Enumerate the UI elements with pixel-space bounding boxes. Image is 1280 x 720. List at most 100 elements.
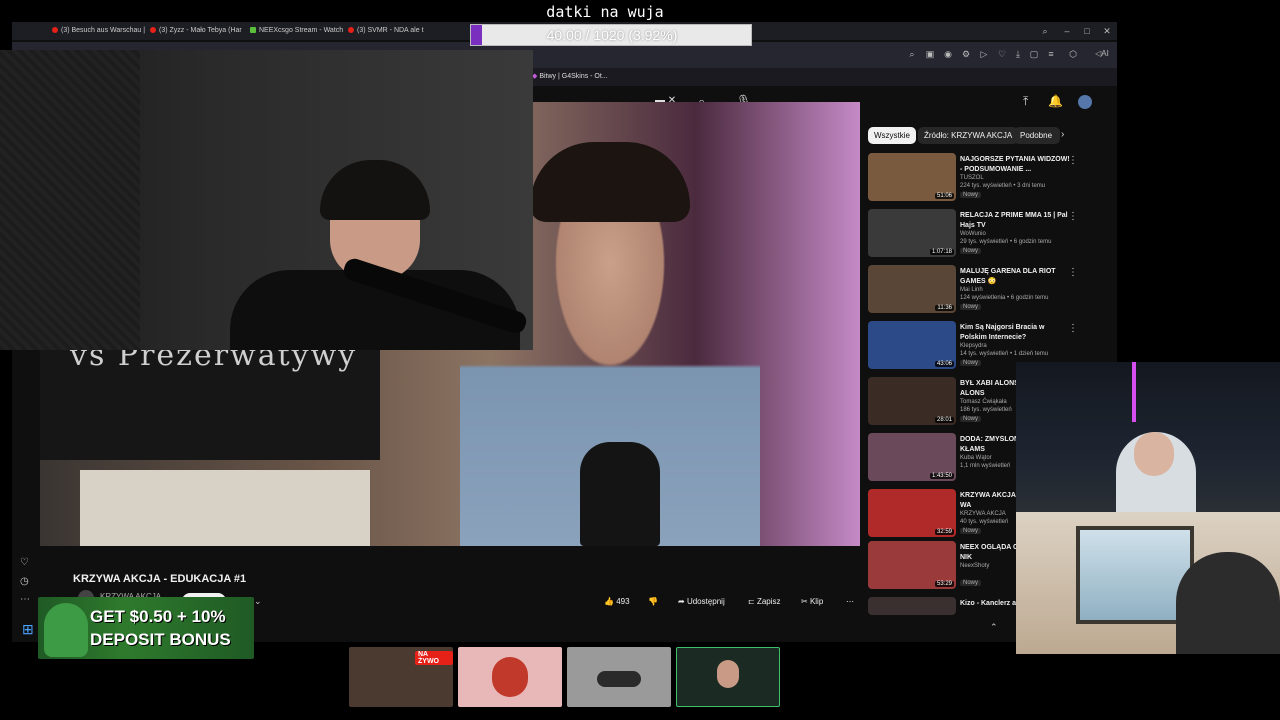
extension-icon[interactable]: ⬡ <box>1068 49 1078 59</box>
kebab-menu-icon[interactable]: ⋮ <box>1068 155 1078 166</box>
tab-2[interactable]: (3) Zyzz - Mało Tebya (Har <box>150 24 246 38</box>
chevron-up-icon[interactable]: ⌃ <box>990 622 998 633</box>
duration: 51:06 <box>934 193 954 199</box>
new-badge: Nowy <box>960 360 982 366</box>
history-icon[interactable]: ◷ <box>20 576 29 587</box>
neon-light <box>1132 362 1136 422</box>
chevron-right-icon[interactable]: › <box>1061 129 1064 140</box>
rec-meta: 29 tys. wyświetleń • 6 godzin temu <box>960 239 1052 245</box>
share-button[interactable]: ➦ Udostępnij <box>678 594 725 610</box>
face-icon <box>717 660 739 688</box>
rec-channel: Tomasz Ćwiąkała <box>960 399 1007 405</box>
youtube-icon <box>150 27 156 34</box>
ai-label: AI <box>1101 49 1109 58</box>
notifications-icon[interactable]: 🔔 <box>1048 94 1063 108</box>
clip-label: Klip <box>809 597 824 606</box>
lock-icon[interactable]: ▢ <box>1029 49 1039 59</box>
streamer-webcam <box>0 50 533 350</box>
chevron-down-icon[interactable]: ⌄ <box>254 596 262 607</box>
new-badge: Nowy <box>960 192 982 198</box>
stream-preview-4[interactable] <box>676 647 780 707</box>
settings-icon[interactable]: ⚙ <box>961 49 971 59</box>
rec-channel: Kuba Wątor <box>960 455 992 461</box>
heart-icon[interactable]: ♡ <box>997 49 1007 59</box>
minimize-icon[interactable]: – <box>1062 26 1072 36</box>
menu-icon[interactable]: ≡ <box>1046 49 1056 59</box>
stream-preview-2[interactable] <box>458 647 562 707</box>
chip-similar[interactable]: Podobne <box>1014 127 1060 144</box>
duration: 28:01 <box>934 417 954 423</box>
heart-icon[interactable]: ♡ <box>20 557 29 568</box>
download-icon[interactable]: ⤓ <box>1013 49 1023 59</box>
promo-line-1: GET $0.50 + 10% <box>90 607 226 626</box>
chip-source[interactable]: Źródło: KRZYWA AKCJA <box>918 127 1019 144</box>
rec-meta: 124 wyświetlenia • 6 godzin temu <box>960 295 1049 301</box>
rec-meta: 186 tys. wyświetleń <box>960 407 1012 413</box>
neex-logo-icon <box>492 657 528 697</box>
rec-title: MALUJĘ GARENA DLA RIOT GAMES 😳 <box>960 268 1056 285</box>
stream-preview-1[interactable]: NA ŻYWO <box>349 647 453 707</box>
guest-webcam-2 <box>1016 512 1280 654</box>
maximize-icon[interactable]: □ <box>1082 26 1092 36</box>
list-item[interactable]: 1:07:18 RELACJA Z PRIME MMA 15 | Pal Haj… <box>868 209 1113 261</box>
new-badge: Nowy <box>960 304 982 310</box>
screenshot-icon[interactable]: ▣ <box>925 49 935 59</box>
video-thumbnail: 53:29 <box>868 541 956 589</box>
clip-button[interactable]: ✂ Klip <box>801 594 823 610</box>
rec-channel: KRZYWA AKCJA <box>960 511 1006 517</box>
guest-head <box>1134 432 1174 476</box>
upload-icon[interactable]: ⤒ <box>1023 94 1028 109</box>
kebab-menu-icon[interactable]: ⋮ <box>1068 267 1078 278</box>
kebab-menu-icon[interactable]: ⋮ <box>1068 323 1078 334</box>
close-icon[interactable]: ✕ <box>1102 26 1112 36</box>
camera-icon[interactable]: ◉ <box>943 49 953 59</box>
list-item[interactable]: 51:06 NAJGORSZE PYTANIA WIDZÓW! - PODSUM… <box>868 153 1113 205</box>
stream-preview-3[interactable] <box>567 647 671 707</box>
tab-3[interactable]: NEEXcsgo Stream - Watch <box>250 24 344 38</box>
duration: 32:59 <box>934 529 954 535</box>
rec-title: NAJGORSZE PYTANIA WIDZÓW! - PODSUMOWANIE… <box>960 156 1070 173</box>
share-label: Udostępnij <box>686 597 725 606</box>
rec-title: Kim Są Najgorsi Bracia w Polskim Interne… <box>960 324 1045 341</box>
video-thumbnail: 1:07:18 <box>868 209 956 257</box>
dislike-button[interactable]: 👎 <box>648 594 658 610</box>
tab-label: (3) SVMR - NDA ale t <box>357 27 424 34</box>
rec-channel: NeexShoty <box>960 563 990 569</box>
save-button[interactable]: ⊏ Zapisz <box>748 594 781 610</box>
more-actions-button[interactable]: ⋯ <box>846 594 854 610</box>
duration: 53:29 <box>934 581 954 587</box>
ai-button[interactable]: ◁AI <box>1092 49 1112 59</box>
avatar[interactable] <box>1078 95 1092 109</box>
thumbs-up-icon: 👍 <box>604 597 617 606</box>
duration: 11:36 <box>935 305 954 311</box>
bookmark-item[interactable]: ◆ Bitwy | G4Skins - Ot... <box>532 70 608 84</box>
duration: 1:07:18 <box>929 249 954 255</box>
new-badge: Nowy <box>960 416 982 422</box>
save-label: Zapisz <box>756 597 781 606</box>
search-icon[interactable]: ⌕ <box>907 49 917 59</box>
kebab-menu-icon[interactable]: ⋮ <box>1068 211 1078 222</box>
live-badge: NA ŻYWO <box>415 651 453 665</box>
youtube-icon <box>52 27 58 34</box>
play-icon[interactable]: ▷ <box>979 49 989 59</box>
windows-start-icon[interactable]: ⊞ <box>22 621 34 638</box>
donation-progress-bar: 40.00 / 1020 (3.92%) <box>470 24 752 46</box>
more-icon[interactable]: ⋯ <box>20 594 30 605</box>
list-item[interactable]: 11:36 MALUJĘ GARENA DLA RIOT GAMES 😳 Mai… <box>868 265 1113 317</box>
video-thumbnail <box>868 597 956 615</box>
chip-all[interactable]: Wszystkie <box>868 127 916 144</box>
new-badge: Nowy <box>960 528 982 534</box>
tab-1[interactable]: (3) Besuch aus Warschau | <box>52 24 146 38</box>
rec-channel: Mai Linh <box>960 287 983 293</box>
promo-banner[interactable]: GET $0.50 + 10% DEPOSIT BONUS <box>38 597 254 659</box>
guest-webcam-1 <box>1016 362 1280 512</box>
tab-label: (3) Besuch aus Warschau | <box>61 27 146 34</box>
more-icon: ⋯ <box>846 597 854 606</box>
tab-4[interactable]: (3) SVMR - NDA ale t <box>348 24 438 38</box>
tab-label: NEEXcsgo Stream - Watch <box>259 27 344 34</box>
search-icon[interactable]: ⌕ <box>1040 26 1050 36</box>
thumbs-down-icon: 👎 <box>648 597 658 606</box>
mascot-icon <box>44 603 88 657</box>
microphone <box>580 442 660 546</box>
like-button[interactable]: 👍 493 <box>604 594 630 610</box>
